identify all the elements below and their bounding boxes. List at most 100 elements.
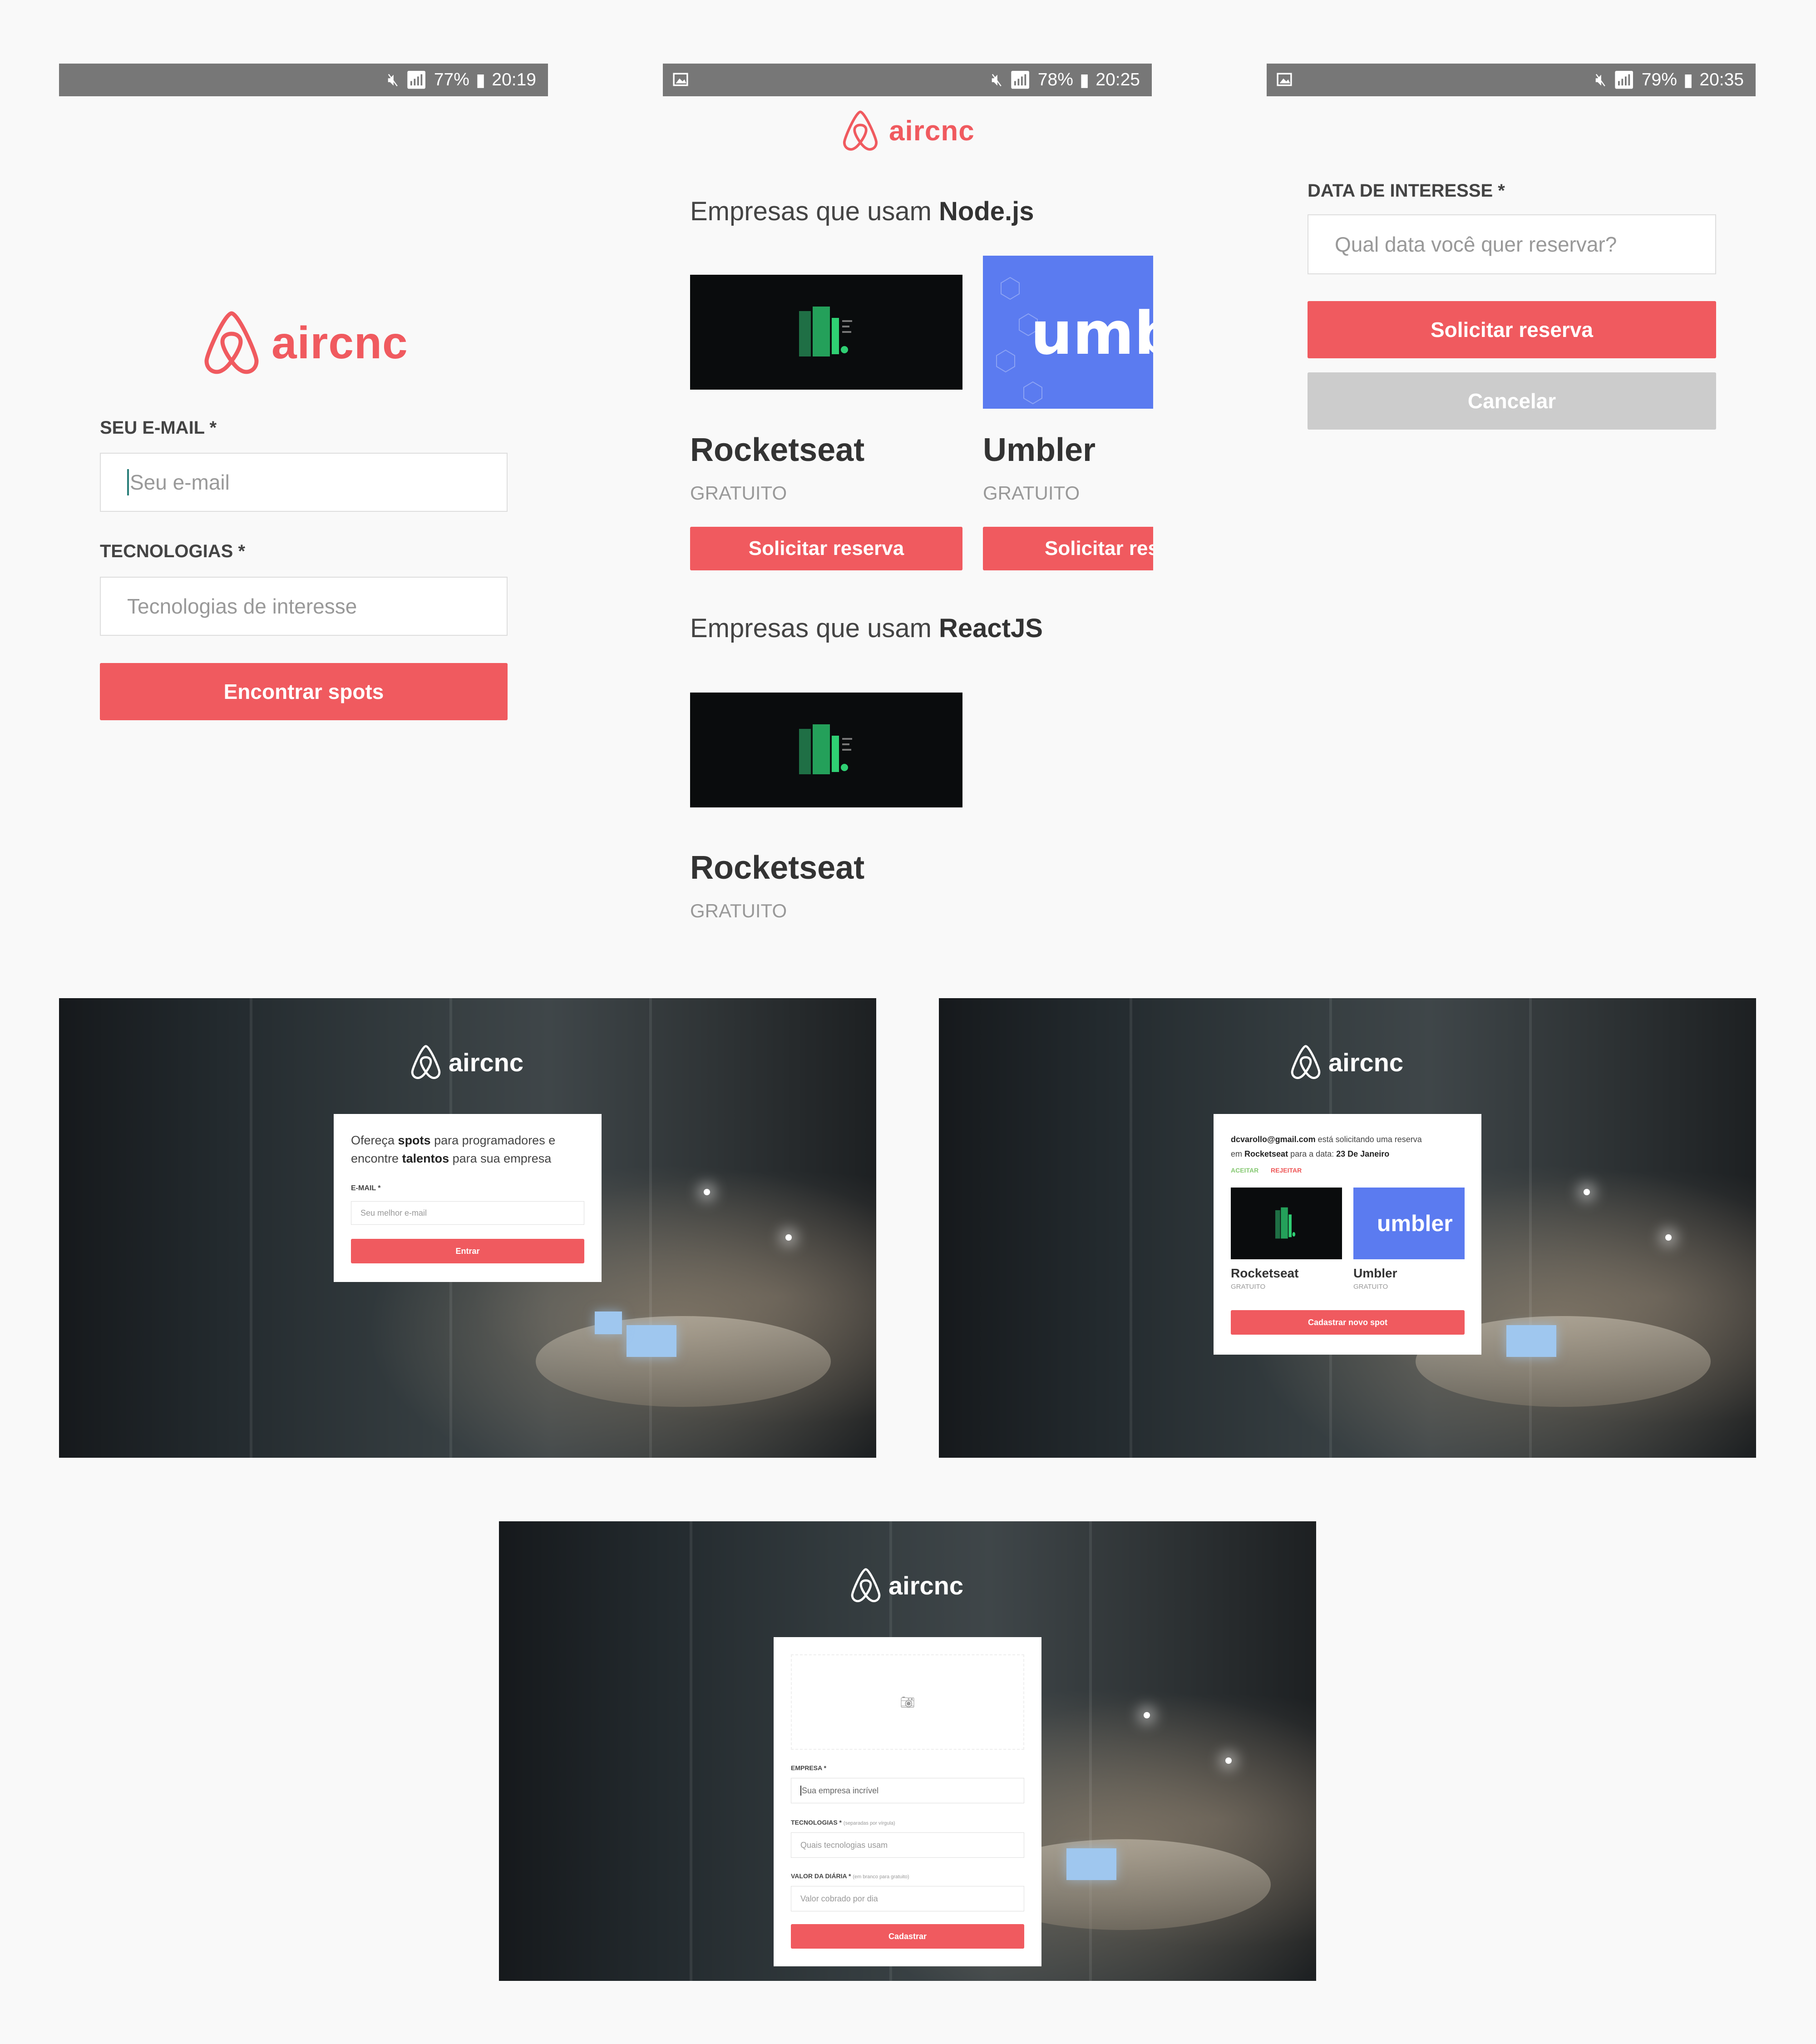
price-placeholder: Valor cobrado por dia — [800, 1894, 878, 1903]
email-placeholder: Seu e-mail — [130, 470, 230, 494]
spot-name: Umbler — [1353, 1266, 1397, 1280]
tech-label: TECNOLOGIAS * — [100, 541, 246, 561]
mute-icon: 🔇︎ — [387, 70, 399, 89]
spot-name: Rocketseat — [1231, 1266, 1299, 1280]
rocketseat-thumbnail — [690, 693, 962, 807]
rocketseat-thumbnail — [1231, 1188, 1342, 1259]
request-booking-button[interactable]: Solicitar reserva — [1308, 301, 1716, 358]
spot-name: Rocketseat — [690, 432, 865, 468]
booking-request-notice: dcvarollo@gmail.com está solicitando uma… — [1231, 1135, 1422, 1158]
reject-button[interactable]: REJEITAR — [1271, 1167, 1302, 1174]
web-new-spot-screen: aircnc 📷︎ EMPRESA * Sua empresa incrível… — [499, 1521, 1316, 1981]
mute-icon: 🔇︎ — [1595, 70, 1607, 89]
spot-price: GRATUITO — [1353, 1283, 1388, 1291]
company-placeholder: Sua empresa incrível — [802, 1786, 879, 1795]
status-bar: 🔇︎ 📶︎ 79% ▮ 20:35 — [1267, 64, 1756, 96]
section-tech: Node.js — [939, 197, 1034, 226]
tech-placeholder: Quais tecnologias usam — [800, 1840, 888, 1850]
web-login-screen: aircnc Ofereça spots para programadores … — [59, 998, 876, 1458]
tech-input[interactable]: Tecnologias de interesse — [100, 577, 508, 636]
company-input[interactable]: Sua empresa incrível — [791, 1778, 1024, 1803]
camera-icon: 📷︎ — [900, 1695, 915, 1709]
clock: 20:19 — [492, 70, 536, 89]
tech-input[interactable]: Quais tecnologias usam — [791, 1832, 1024, 1858]
login-button[interactable]: Entrar — [351, 1239, 584, 1263]
email-input[interactable]: Seu e-mail — [100, 453, 508, 512]
brand-logo: aircnc — [409, 1044, 523, 1081]
umbler-logo-text: umbler — [1377, 1211, 1453, 1236]
brand-name: aircnc — [889, 115, 975, 147]
status-bar: 🔇︎ 📶︎ 77% ▮ 20:19 — [59, 64, 548, 96]
status-bar: 🔇︎ 📶︎ 78% ▮ 20:25 — [663, 64, 1152, 96]
battery-percent: 77% — [434, 70, 469, 89]
email-label: SEU E-MAIL * — [100, 418, 217, 438]
company-label: EMPRESA * — [791, 1764, 827, 1772]
date-label: DATA DE INTERESSE * — [1308, 181, 1505, 201]
umbler-thumbnail: umbl — [983, 256, 1153, 409]
section-tech: ReactJS — [939, 614, 1043, 643]
thumbnail-upload[interactable]: 📷︎ — [791, 1654, 1024, 1750]
email-input[interactable]: Seu melhor e-mail — [351, 1201, 584, 1225]
new-spot-button[interactable]: Cadastrar novo spot — [1231, 1310, 1465, 1335]
new-spot-card: 📷︎ EMPRESA * Sua empresa incrível TECNOL… — [774, 1637, 1041, 1966]
tech-label: TECNOLOGIAS * (separadas por vírgula) — [791, 1819, 895, 1826]
price-input[interactable]: Valor cobrado por dia — [791, 1886, 1024, 1911]
spot-name: Rocketseat — [690, 850, 865, 886]
tech-placeholder: Tecnologias de interesse — [127, 594, 357, 618]
airbnb-logo-icon — [204, 311, 259, 374]
text-cursor — [127, 469, 129, 495]
accept-button[interactable]: ACEITAR — [1231, 1167, 1258, 1174]
section-title-nodejs: Empresas que usam Node.js — [690, 196, 1034, 227]
rocketseat-illustration-icon — [799, 307, 852, 356]
clock: 20:25 — [1096, 70, 1140, 89]
signal-icon: 📶︎ — [405, 70, 428, 90]
airbnb-logo-icon — [851, 1568, 881, 1603]
spot-price: GRATUITO — [1231, 1283, 1266, 1291]
brand-name: aircnc — [271, 317, 408, 368]
image-icon — [1277, 73, 1292, 86]
mute-icon: 🔇︎ — [991, 70, 1003, 89]
clock: 20:35 — [1699, 70, 1744, 89]
battery-icon: ▮ — [1683, 70, 1693, 90]
airbnb-logo-icon — [411, 1045, 441, 1079]
intro-text: Ofereça spots para programadores e encon… — [351, 1133, 556, 1165]
battery-icon: ▮ — [475, 70, 486, 90]
umbler-thumbnail: umbler — [1353, 1188, 1465, 1259]
spot-list-nodejs[interactable]: umbl Rocketseat Umbler GRATUITO GRATUITO… — [690, 254, 1153, 572]
rocketseat-thumbnail — [690, 275, 962, 390]
register-button[interactable]: Cadastrar — [791, 1924, 1024, 1949]
umbler-logo-text: umbl — [1031, 299, 1153, 368]
price-label: VALOR DA DIÁRIA * (em branco para gratui… — [791, 1872, 909, 1880]
brand-logo: aircnc — [840, 109, 975, 153]
battery-icon: ▮ — [1079, 70, 1090, 90]
brand-name: aircnc — [1328, 1048, 1403, 1077]
spot-price: GRATUITO — [690, 482, 787, 504]
section-title-reactjs: Empresas que usam ReactJS — [690, 613, 1043, 643]
signal-icon: 📶︎ — [1613, 70, 1635, 90]
brand-name: aircnc — [888, 1571, 963, 1600]
section-prefix: Empresas que usam — [690, 197, 939, 226]
date-input[interactable]: Qual data você quer reservar? — [1308, 214, 1716, 274]
request-booking-button[interactable]: Solicitar res — [983, 527, 1153, 570]
find-spots-button[interactable]: Encontrar spots — [100, 663, 508, 720]
email-label: E-MAIL * — [351, 1184, 381, 1192]
battery-percent: 79% — [1641, 70, 1677, 89]
image-icon — [673, 73, 688, 86]
web-dashboard-screen: aircnc dcvarollo@gmail.com está solicita… — [939, 998, 1756, 1458]
battery-percent: 78% — [1037, 70, 1073, 89]
rocketseat-illustration-icon — [799, 724, 852, 774]
date-placeholder: Qual data você quer reservar? — [1335, 233, 1617, 256]
cancel-button[interactable]: Cancelar — [1308, 372, 1716, 430]
brand-name: aircnc — [449, 1048, 523, 1077]
spot-price: GRATUITO — [690, 900, 787, 921]
airbnb-logo-icon — [1291, 1045, 1321, 1079]
brand-logo: aircnc — [849, 1567, 963, 1604]
request-booking-button[interactable]: Solicitar reserva — [690, 527, 962, 570]
spot-name: Umbler — [983, 432, 1096, 468]
login-card: Ofereça spots para programadores e encon… — [334, 1114, 602, 1282]
spot-price: GRATUITO — [983, 482, 1080, 504]
text-cursor — [800, 1786, 801, 1796]
brand-logo: aircnc — [1288, 1044, 1403, 1081]
email-placeholder: Seu melhor e-mail — [360, 1208, 427, 1217]
airbnb-logo-icon — [843, 110, 878, 151]
